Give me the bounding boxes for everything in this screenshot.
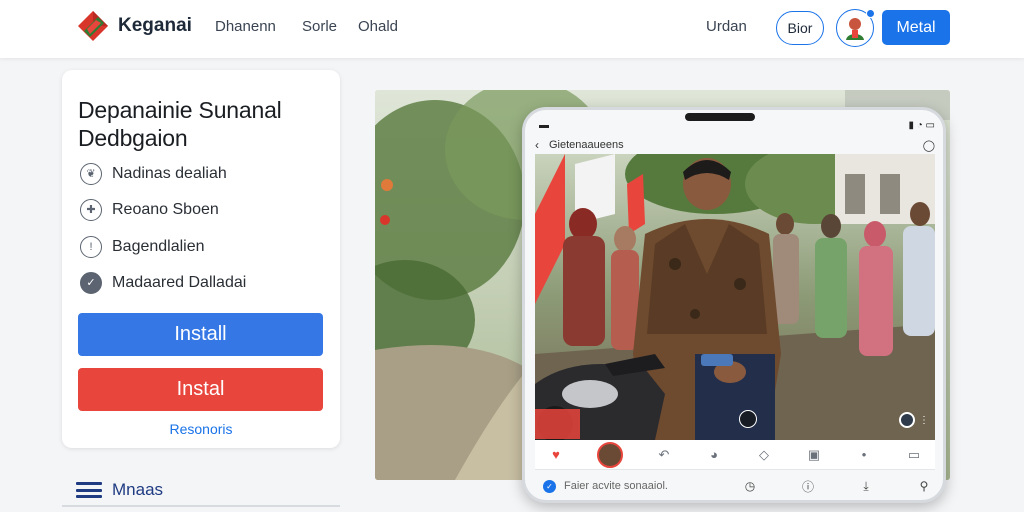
shield-icon: ✚ xyxy=(80,199,102,221)
feature-item-2: ✚ Reoano Sboen xyxy=(80,199,219,221)
avatar[interactable] xyxy=(836,9,875,47)
leaf-icon: ❦ xyxy=(80,163,102,185)
phone-app-bar: ‹ Gietenaaueens ◯ xyxy=(535,136,935,154)
nav-link-2[interactable]: Sorle xyxy=(302,18,337,35)
top-header: Keganai Dhanenn Sorle Ohald Urdan Bior M… xyxy=(0,0,1024,58)
bookmark-icon[interactable]: ▭ xyxy=(905,446,923,464)
nav-link-1[interactable]: Dhanenn xyxy=(215,18,276,35)
signal-icon: ▮ ◔ ▭ xyxy=(908,119,935,131)
hamburger-icon xyxy=(76,482,102,498)
feature-label: Nadinas dealiah xyxy=(112,165,227,182)
info-icon[interactable]: ⓘ xyxy=(797,478,819,495)
feature-label: Reoano Sboen xyxy=(112,201,219,218)
grid-icon[interactable]: ▣ xyxy=(805,446,823,464)
check-circle-icon: ✓ xyxy=(543,479,556,493)
feature-item-3: ! Bagendlalien xyxy=(80,236,205,258)
heart-icon[interactable]: ♥ xyxy=(547,446,565,464)
download-icon[interactable]: ⤓ xyxy=(855,479,877,494)
feature-item-4: ✓ Madaared Dalladai xyxy=(80,272,246,294)
more-icon[interactable]: ⋮ xyxy=(919,415,929,426)
feature-label: Madaared Dalladai xyxy=(112,274,247,291)
clock-icon[interactable]: ◕ xyxy=(705,446,723,464)
divider xyxy=(62,505,340,507)
menu-toggle[interactable]: Mnaas xyxy=(76,480,163,500)
phone-status-bar: ▬ ▮ ◔ ▭ xyxy=(539,118,935,132)
phone-bottom-text: Faier acvite sonaaiol. xyxy=(564,480,668,492)
back-arrow-icon[interactable]: ‹ xyxy=(535,138,539,152)
camera-icon[interactable]: ◯ xyxy=(923,139,935,152)
feature-label: Bagendlalien xyxy=(112,238,205,255)
play-icon[interactable] xyxy=(739,410,757,428)
dot-icon[interactable]: • xyxy=(855,446,873,464)
card-title: Depanainie Sunanal Dedbgaion xyxy=(78,97,282,151)
compass-icon[interactable]: ◇ xyxy=(755,446,773,464)
feature-card: Depanainie Sunanal Dedbgaion ❦ Nadinas d… xyxy=(62,70,340,448)
reply-icon[interactable]: ↶ xyxy=(655,446,673,464)
profile-avatar-icon[interactable] xyxy=(597,441,623,468)
market-photo xyxy=(535,154,935,440)
notification-dot xyxy=(866,9,875,18)
install-primary-button[interactable]: Install xyxy=(78,313,323,356)
feature-item-1: ❦ Nadinas dealiah xyxy=(80,163,227,185)
phone-mockup: ▬ ▮ ◔ ▭ ‹ Gietenaaueens ◯ ⋮ ♥ ↶ ◕ ◇ ▣ • … xyxy=(522,107,946,503)
info-badge-icon[interactable] xyxy=(899,412,915,428)
market-scene-image: ⋮ xyxy=(535,154,935,440)
nav-link-3[interactable]: Ohald xyxy=(358,18,398,35)
signin-link[interactable]: Urdan xyxy=(706,18,747,35)
person-icon[interactable]: ⚲ xyxy=(913,479,935,493)
brand-name[interactable]: Keganai xyxy=(118,15,192,37)
install-button-header[interactable]: Metal xyxy=(882,10,950,45)
phone-bottom-bar: ✓ Faier acvite sonaaiol. ◷ ⓘ ⤓ ⚲ xyxy=(535,472,935,500)
logo-icon[interactable] xyxy=(74,7,112,45)
info-icon: ! xyxy=(80,236,102,258)
clock-icon: ▬ xyxy=(539,119,549,131)
phone-toolbar: ♥ ↶ ◕ ◇ ▣ • ▭ xyxy=(535,440,935,470)
menu-label: Mnaas xyxy=(112,480,164,499)
resources-link[interactable]: Resonoris xyxy=(62,421,340,437)
outline-button[interactable]: Bior xyxy=(776,11,824,45)
clock-icon[interactable]: ◷ xyxy=(739,479,761,493)
phone-app-title: Gietenaaueens xyxy=(549,139,624,151)
check-icon: ✓ xyxy=(80,272,102,294)
install-secondary-button[interactable]: Instal xyxy=(78,368,323,411)
